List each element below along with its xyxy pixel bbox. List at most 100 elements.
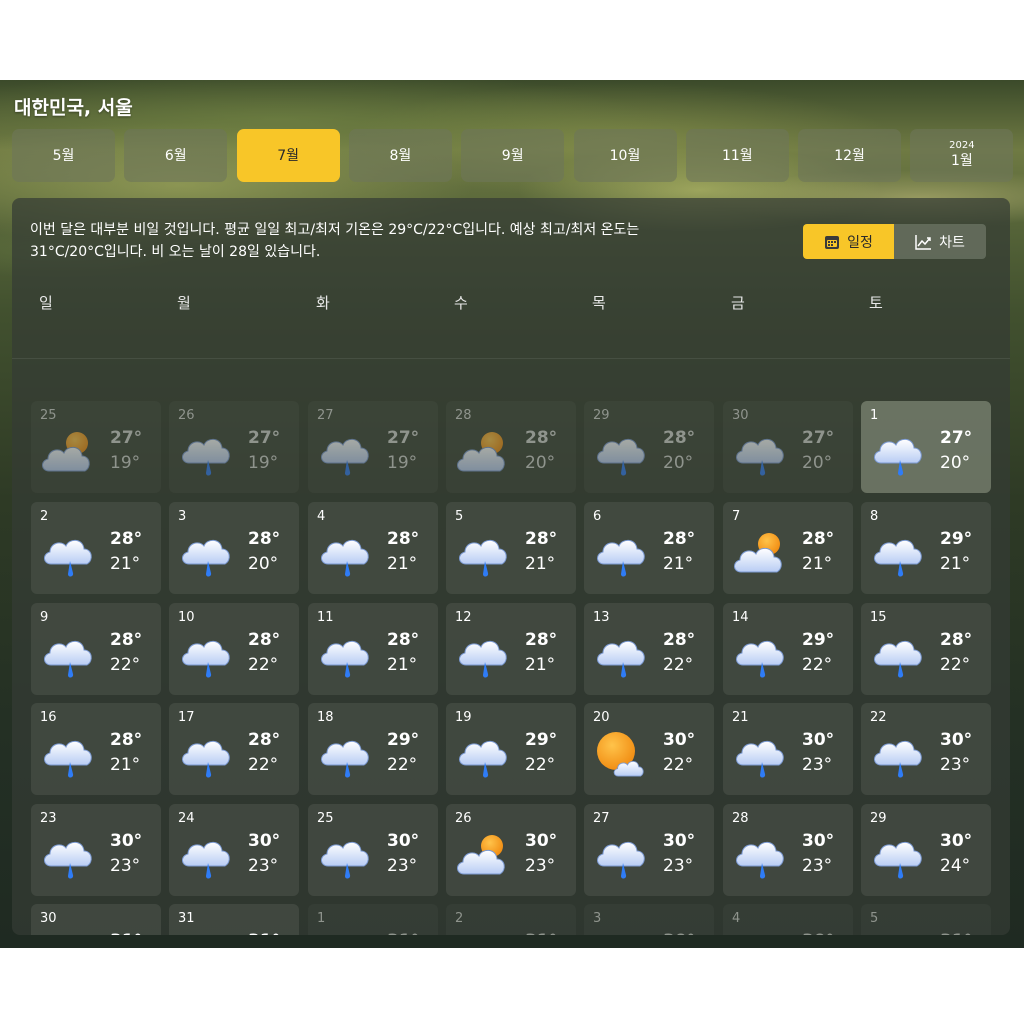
day-cell[interactable]: 8 29° 21° <box>861 502 991 594</box>
day-cell[interactable]: 4 28° 21° <box>308 502 438 594</box>
day-cell[interactable]: 28 28° 20° <box>446 401 576 493</box>
day-cell[interactable]: 9 28° 22° <box>31 603 161 695</box>
high-temp: 30° <box>802 730 835 750</box>
day-cell[interactable]: 7 28° 21° <box>723 502 853 594</box>
chart-view-button[interactable]: 차트 <box>894 224 986 259</box>
day-date: 24 <box>178 811 195 826</box>
day-cell[interactable]: 1 31°24° <box>308 904 438 935</box>
day-date: 25 <box>40 408 57 423</box>
month-tab[interactable]: 9월 <box>461 129 565 182</box>
day-cell[interactable]: 20 30° 22° <box>584 703 714 795</box>
schedule-view-button[interactable]: 일정 <box>803 224 894 259</box>
day-cell[interactable]: 6 28° 21° <box>584 502 714 594</box>
rain-icon <box>316 528 376 580</box>
day-cell[interactable]: 17 28° 22° <box>169 703 299 795</box>
day-cell[interactable]: 5 28° 21° <box>446 502 576 594</box>
day-cell[interactable]: 18 29° 22° <box>308 703 438 795</box>
day-cell[interactable]: 25 27° 19° <box>31 401 161 493</box>
day-cell[interactable]: 21 30° 23° <box>723 703 853 795</box>
day-date: 13 <box>593 610 610 625</box>
rain-icon <box>454 528 514 580</box>
month-tab[interactable]: 6월 <box>124 129 228 182</box>
forecast-panel: 이번 달은 대부분 비일 것입니다. 평균 일일 최고/최저 기온은 29°C/… <box>12 198 1010 935</box>
day-cell[interactable]: 5 31°24° <box>861 904 991 935</box>
day-cell[interactable]: 10 28° 22° <box>169 603 299 695</box>
day-cell[interactable]: 31 31°24° <box>169 904 299 935</box>
low-temp: 23° <box>940 755 971 775</box>
day-date: 23 <box>40 811 57 826</box>
low-temp: 21° <box>387 655 418 675</box>
low-temp: 21° <box>110 554 141 574</box>
partly-cloudy-icon <box>731 528 791 580</box>
day-cell[interactable]: 24 30° 23° <box>169 804 299 896</box>
day-cell[interactable]: 25 30° 23° <box>308 804 438 896</box>
rain-icon <box>39 729 99 781</box>
day-cell[interactable]: 19 29° 22° <box>446 703 576 795</box>
partly-cloudy-icon <box>39 427 99 479</box>
month-tab[interactable]: 8월 <box>348 129 452 182</box>
day-cell[interactable]: 12 28° 21° <box>446 603 576 695</box>
day-cell[interactable]: 2 31°24° <box>446 904 576 935</box>
day-cell[interactable]: 3 28° 20° <box>169 502 299 594</box>
day-cell[interactable]: 1 27° 20° <box>861 401 991 493</box>
day-cell[interactable]: 26 30° 23° <box>446 804 576 896</box>
day-cell[interactable]: 28 30° 23° <box>723 804 853 896</box>
day-date: 2 <box>455 911 464 926</box>
weekday-label: 일 <box>39 294 53 312</box>
monthly-summary: 이번 달은 대부분 비일 것입니다. 평균 일일 최고/최저 기온은 29°C/… <box>30 222 640 260</box>
high-temp: 27° <box>110 428 143 448</box>
high-temp: 28° <box>802 529 835 549</box>
day-cell[interactable]: 27 27° 19° <box>308 401 438 493</box>
low-temp: 20° <box>525 453 556 473</box>
month-tab[interactable]: 2024 1월 <box>910 129 1014 182</box>
high-temp: 30° <box>663 831 696 851</box>
low-temp: 23° <box>110 856 141 876</box>
low-temp: 23° <box>802 856 833 876</box>
low-temp: 21° <box>525 554 556 574</box>
day-cell[interactable]: 13 28° 22° <box>584 603 714 695</box>
chart-view-label: 차트 <box>939 234 965 251</box>
day-cell[interactable]: 30 27° 20° <box>723 401 853 493</box>
day-date: 4 <box>317 509 326 524</box>
rain-icon <box>177 528 237 580</box>
day-cell[interactable]: 16 28° 21° <box>31 703 161 795</box>
month-tab-label: 6월 <box>164 147 187 164</box>
day-cell[interactable]: 2 28° 21° <box>31 502 161 594</box>
day-date: 29 <box>870 811 887 826</box>
month-tab-label: 5월 <box>52 147 75 164</box>
day-cell[interactable]: 26 27° 19° <box>169 401 299 493</box>
day-cell[interactable]: 3 30°24° <box>584 904 714 935</box>
low-temp: 23° <box>802 755 833 775</box>
high-temp: 31° <box>525 931 557 935</box>
rain-icon <box>39 629 99 681</box>
day-cell[interactable]: 29 28° 20° <box>584 401 714 493</box>
day-cell[interactable]: 29 30° 24° <box>861 804 991 896</box>
day-date: 10 <box>178 610 195 625</box>
day-date: 19 <box>455 710 472 725</box>
month-tab[interactable]: 12월 <box>798 129 902 182</box>
high-temp: 30° <box>940 730 973 750</box>
high-temp: 28° <box>110 630 143 650</box>
month-tab[interactable]: 10월 <box>573 129 677 182</box>
rain-icon <box>869 930 929 935</box>
day-cell[interactable]: 30 31°24° <box>31 904 161 935</box>
day-cell[interactable]: 4 30°24° <box>723 904 853 935</box>
day-cell[interactable]: 11 28° 21° <box>308 603 438 695</box>
day-cell[interactable]: 23 30° 23° <box>31 804 161 896</box>
rain-icon <box>177 427 237 479</box>
day-cell[interactable]: 14 29° 22° <box>723 603 853 695</box>
high-temp: 28° <box>248 529 281 549</box>
rain-icon <box>731 629 791 681</box>
day-cell[interactable]: 27 30° 23° <box>584 804 714 896</box>
day-cell[interactable]: 22 30° 23° <box>861 703 991 795</box>
low-temp: 19° <box>110 453 141 473</box>
day-date: 8 <box>870 509 879 524</box>
day-date: 3 <box>593 911 602 926</box>
day-cell[interactable]: 15 28° 22° <box>861 603 991 695</box>
month-tab[interactable]: 11월 <box>685 129 789 182</box>
rain-icon <box>592 629 652 681</box>
month-tab[interactable]: 5월 <box>12 129 115 182</box>
month-tab[interactable]: 7월 <box>236 129 340 182</box>
day-date: 3 <box>178 509 187 524</box>
high-temp: 29° <box>940 529 973 549</box>
